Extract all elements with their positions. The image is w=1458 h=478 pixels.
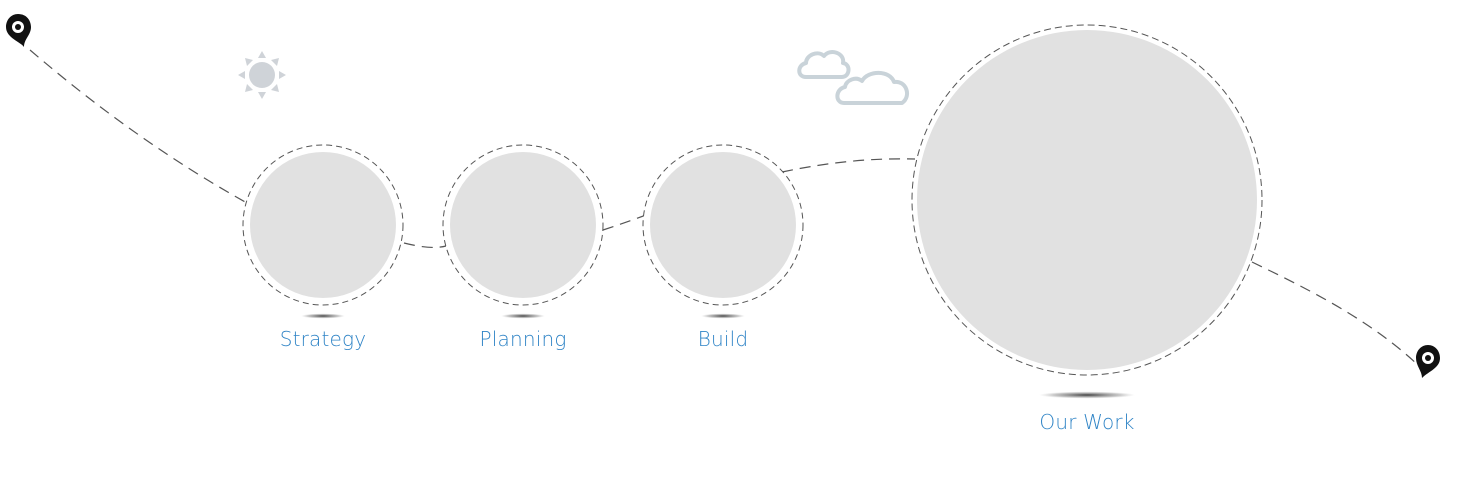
strategy-label[interactable]: Strategy: [280, 327, 367, 351]
cloud-icon: [797, 50, 910, 105]
timeline-canvas: [6, 14, 1440, 399]
our-work-label[interactable]: Our Work: [1039, 410, 1134, 434]
build-circle[interactable]: [642, 144, 804, 319]
build-label[interactable]: Build: [698, 327, 749, 351]
end-pin-icon: [1416, 345, 1440, 378]
planning-circle[interactable]: [442, 144, 604, 319]
sun-icon: [238, 51, 286, 99]
strategy-circle[interactable]: [242, 144, 404, 319]
process-timeline: Strategy Planning Build Our Work: [0, 0, 1458, 474]
planning-label[interactable]: Planning: [479, 327, 566, 351]
our-work-circle[interactable]: [911, 24, 1263, 399]
start-pin-icon: [6, 14, 31, 47]
